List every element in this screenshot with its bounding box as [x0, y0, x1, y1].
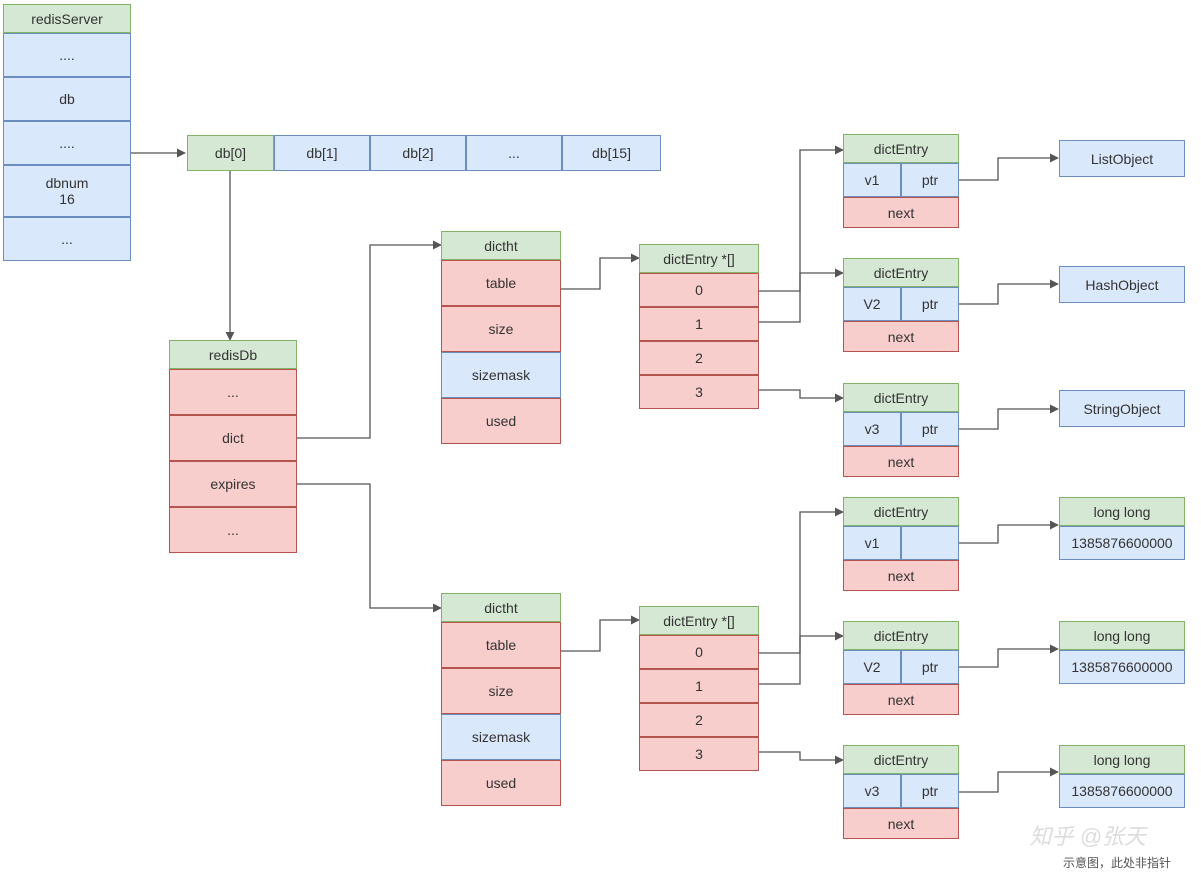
- entry-a-ptr: ptr: [901, 163, 959, 197]
- entryarr1-2: 2: [639, 341, 759, 375]
- dictht1-sizemask: sizemask: [441, 352, 561, 398]
- dictht2-table: table: [441, 622, 561, 668]
- entryarr2-2: 2: [639, 703, 759, 737]
- entry-b-title: dictEntry: [843, 258, 959, 287]
- entry-d-next: next: [843, 560, 959, 591]
- longlong-2-value: 1385876600000: [1059, 650, 1185, 684]
- hash-object: HashObject: [1059, 266, 1185, 303]
- dictht1-table: table: [441, 260, 561, 306]
- entryarr2-title: dictEntry *[]: [639, 606, 759, 635]
- watermark: 知乎 @张天: [1030, 819, 1146, 851]
- entry-c-next: next: [843, 446, 959, 477]
- entry-d-ptr: [901, 526, 959, 560]
- entry-f-title: dictEntry: [843, 745, 959, 774]
- db-ellipsis: ...: [466, 135, 562, 171]
- entry-b-key: V2: [843, 287, 901, 321]
- entry-f-key: v3: [843, 774, 901, 808]
- dictht1-size: size: [441, 306, 561, 352]
- longlong-2-title: long long: [1059, 621, 1185, 650]
- redisserver-row-4: ...: [3, 217, 131, 261]
- entry-f-next: next: [843, 808, 959, 839]
- entryarr1-0: 0: [639, 273, 759, 307]
- entry-f-ptr: ptr: [901, 774, 959, 808]
- redisserver-row-dbnum: dbnum 16: [3, 165, 131, 217]
- entryarr2-3: 3: [639, 737, 759, 771]
- entry-b-next: next: [843, 321, 959, 352]
- string-object: StringObject: [1059, 390, 1185, 427]
- redisdb-row-0: ...: [169, 369, 297, 415]
- entryarr1-title: dictEntry *[]: [639, 244, 759, 273]
- dictht2-used: used: [441, 760, 561, 806]
- longlong-3-title: long long: [1059, 745, 1185, 774]
- longlong-3-value: 1385876600000: [1059, 774, 1185, 808]
- dictht1-title: dictht: [441, 231, 561, 260]
- entry-d-key: v1: [843, 526, 901, 560]
- longlong-1-title: long long: [1059, 497, 1185, 526]
- dictht1-used: used: [441, 398, 561, 444]
- dictht2-title: dictht: [441, 593, 561, 622]
- footer-note: 示意图，此处非指针: [1063, 854, 1171, 871]
- entry-a-next: next: [843, 197, 959, 228]
- entryarr1-1: 1: [639, 307, 759, 341]
- entry-b-ptr: ptr: [901, 287, 959, 321]
- list-object: ListObject: [1059, 140, 1185, 177]
- entryarr2-0: 0: [639, 635, 759, 669]
- entry-c-ptr: ptr: [901, 412, 959, 446]
- entryarr1-3: 3: [639, 375, 759, 409]
- entry-d-title: dictEntry: [843, 497, 959, 526]
- entry-e-next: next: [843, 684, 959, 715]
- redisserver-title: redisServer: [3, 4, 131, 33]
- entry-e-key: V2: [843, 650, 901, 684]
- redisserver-row-0: ....: [3, 33, 131, 77]
- db-1: db[1]: [274, 135, 370, 171]
- redisdb-row-3: ...: [169, 507, 297, 553]
- entry-c-title: dictEntry: [843, 383, 959, 412]
- redisserver-row-2: ....: [3, 121, 131, 165]
- entryarr2-1: 1: [639, 669, 759, 703]
- entry-c-key: v3: [843, 412, 901, 446]
- redisserver-row-db: db: [3, 77, 131, 121]
- dictht2-size: size: [441, 668, 561, 714]
- db-0: db[0]: [187, 135, 274, 171]
- redisdb-title: redisDb: [169, 340, 297, 369]
- redisdb-row-dict: dict: [169, 415, 297, 461]
- longlong-1-value: 1385876600000: [1059, 526, 1185, 560]
- db-15: db[15]: [562, 135, 661, 171]
- redisdb-row-expires: expires: [169, 461, 297, 507]
- entry-e-title: dictEntry: [843, 621, 959, 650]
- dictht2-sizemask: sizemask: [441, 714, 561, 760]
- entry-a-title: dictEntry: [843, 134, 959, 163]
- entry-e-ptr: ptr: [901, 650, 959, 684]
- entry-a-key: v1: [843, 163, 901, 197]
- db-2: db[2]: [370, 135, 466, 171]
